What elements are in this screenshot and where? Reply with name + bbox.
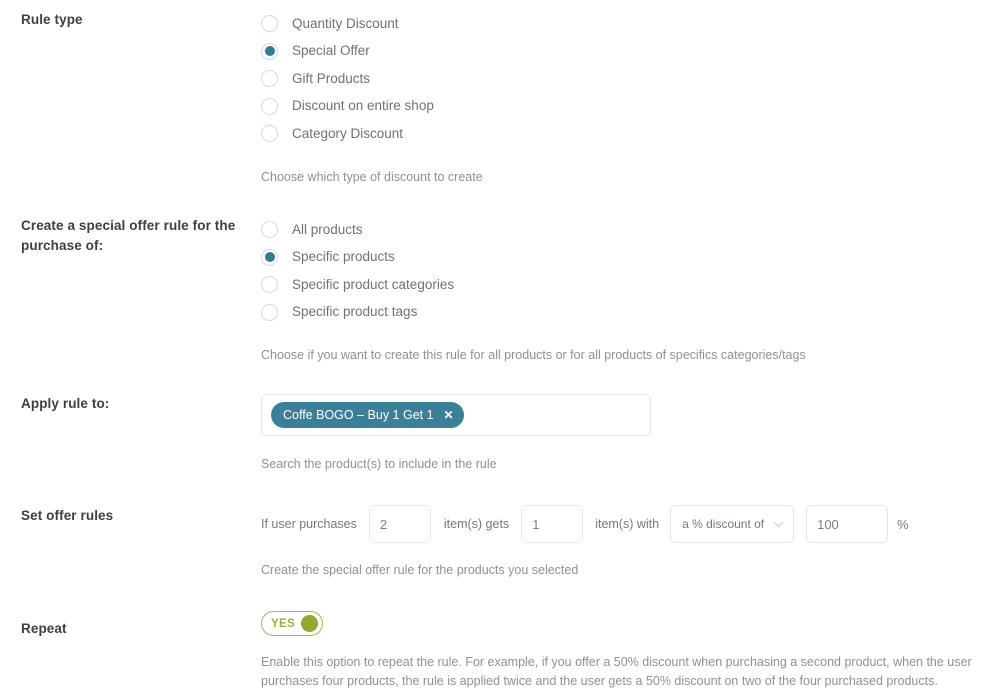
radio-icon [261, 221, 278, 239]
product-token[interactable]: Coffe BOGO – Buy 1 Get 1 ✕ [271, 402, 464, 428]
radio-option-label: Specific products [292, 249, 395, 265]
radio-option-label: Category Discount [292, 125, 404, 141]
radio-option-label: Specific product categories [292, 276, 455, 292]
offer-rules-control: If user purchases item(s) gets item(s) w… [261, 502, 1000, 580]
offer-prefix-text: If user purchases [261, 517, 357, 531]
radio-option-specific-product-tags[interactable]: Specific product tags [261, 299, 1000, 327]
chevron-down-icon [774, 521, 783, 527]
radio-option-label: All products [292, 221, 363, 237]
rule-type-help-text: Choose which type of discount to create [261, 169, 483, 184]
quantity-free-input[interactable] [521, 505, 584, 543]
radio-option-quantity-discount[interactable]: Quantity Discount [261, 10, 1000, 38]
radio-option-specific-products[interactable]: Specific products [261, 244, 1000, 272]
discount-type-value: a % discount of [682, 517, 765, 531]
radio-option-label: Gift Products [292, 70, 371, 86]
purchase-of-help-text: Choose if you want to create this rule f… [261, 348, 806, 362]
offer-rules-label: Set offer rules [21, 508, 114, 523]
radio-option-category-discount[interactable]: Category Discount [261, 120, 1000, 148]
radio-checked-icon [261, 42, 278, 60]
radio-option-gift-products[interactable]: Gift Products [261, 65, 1000, 93]
quantity-purchased-input[interactable] [368, 505, 431, 543]
repeat-toggle[interactable]: YES [261, 611, 323, 636]
offer-suffix-text: item(s) with [595, 517, 660, 531]
percent-sign: % [897, 516, 909, 532]
repeat-control: YES Enable this option to repeat the rul… [261, 611, 1000, 691]
apply-rule-to-control: Coffe BOGO – Buy 1 Get 1 ✕ Search the pr… [261, 394, 1000, 474]
radio-icon [261, 276, 278, 294]
close-icon[interactable]: ✕ [444, 409, 454, 421]
discount-rule-form: Rule type Quantity Discount Special Offe… [0, 0, 1000, 698]
rule-type-label: Rule type [21, 12, 83, 27]
purchase-of-label: Create a special offer rule for the purc… [21, 218, 236, 253]
radio-option-all-products[interactable]: All products [261, 216, 1000, 244]
apply-rule-to-help-text: Search the product(s) to include in the … [261, 457, 497, 471]
purchase-of-control: All products Specific products Specific … [261, 216, 1000, 365]
radio-icon [261, 15, 278, 33]
radio-icon [261, 303, 278, 321]
radio-option-label: Specific product tags [292, 304, 418, 320]
rule-type-radio-group: Quantity Discount Special Offer Gift Pro… [261, 10, 1000, 148]
repeat-label: Repeat [21, 621, 67, 636]
offer-rules-row: If user purchases item(s) gets item(s) w… [261, 502, 1000, 546]
radio-icon [261, 125, 278, 143]
repeat-help-text: Enable this option to repeat the rule. F… [261, 655, 972, 688]
toggle-knob-icon [301, 615, 318, 632]
rule-type-control: Quantity Discount Special Offer Gift Pro… [261, 10, 1000, 187]
repeat-toggle-label: YES [271, 617, 295, 630]
radio-icon [261, 97, 278, 115]
offer-middle-text: item(s) gets [443, 517, 510, 531]
discount-type-select[interactable]: a % discount of [670, 505, 795, 543]
purchase-of-radio-group: All products Specific products Specific … [261, 216, 1000, 326]
radio-option-discount-entire-shop[interactable]: Discount on entire shop [261, 93, 1000, 121]
radio-option-label: Special Offer [292, 43, 370, 59]
product-search-input[interactable]: Coffe BOGO – Buy 1 Get 1 ✕ [261, 394, 651, 436]
radio-option-label: Discount on entire shop [292, 98, 434, 114]
radio-option-label: Quantity Discount [292, 15, 399, 31]
radio-option-specific-product-categories[interactable]: Specific product categories [261, 271, 1000, 299]
apply-rule-to-label: Apply rule to: [21, 396, 110, 411]
discount-value-input[interactable] [806, 505, 889, 543]
radio-checked-icon [261, 248, 278, 266]
offer-rules-help-text: Create the special offer rule for the pr… [261, 563, 579, 577]
radio-option-special-offer[interactable]: Special Offer [261, 38, 1000, 66]
product-token-label: Coffe BOGO – Buy 1 Get 1 [283, 408, 434, 422]
radio-icon [261, 70, 278, 88]
